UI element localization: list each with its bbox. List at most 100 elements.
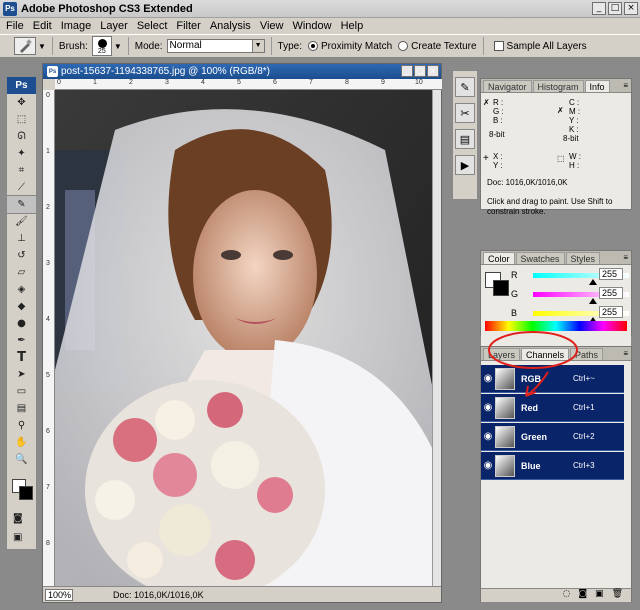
tab-styles[interactable]: Styles [565, 252, 601, 264]
green-slider-thumb[interactable] [589, 298, 597, 304]
red-slider-thumb[interactable] [589, 279, 597, 285]
menu-help[interactable]: Help [341, 20, 364, 32]
background-color-swatch[interactable] [493, 280, 509, 296]
tab-layers[interactable]: Layers [483, 348, 521, 360]
path-selection-tool-icon[interactable]: ➤ [7, 366, 36, 383]
tab-paths[interactable]: Paths [570, 348, 604, 360]
channel-row-rgb[interactable]: ◉ RGB Ctrl+~ [481, 365, 624, 393]
tab-color[interactable]: Color [483, 252, 515, 264]
marquee-tool-icon[interactable]: ⬚ [7, 111, 36, 128]
shape-tool-icon[interactable]: ▭ [7, 383, 36, 400]
panel-menu-icon[interactable]: ≡ [623, 253, 628, 262]
visibility-eye-icon[interactable]: ◉ [481, 460, 495, 471]
color-panel-body: R 255 G 255 B 255 [481, 265, 631, 354]
brush-tool-icon[interactable]: 🖌 [7, 213, 36, 230]
canvas-photo[interactable] [55, 90, 433, 587]
quick-mask-icon[interactable]: ◙ [13, 510, 23, 527]
menu-image[interactable]: Image [61, 20, 92, 32]
channel-row-red[interactable]: ◉ Red Ctrl+1 [481, 394, 624, 422]
divider [482, 37, 484, 55]
red-value-field[interactable]: 255 [599, 268, 623, 280]
dodge-tool-icon[interactable]: ● [7, 315, 36, 332]
tool-preset-picker[interactable] [14, 37, 36, 55]
move-tool-icon[interactable]: ✥ [7, 94, 36, 111]
close-button[interactable]: × [624, 2, 638, 15]
paint-bucket-tool-icon[interactable]: ◈ [7, 281, 36, 298]
document-title-bar[interactable]: Ps post-15637-1194338765.jpg @ 100% (RGB… [43, 64, 441, 79]
visibility-eye-icon[interactable]: ◉ [481, 431, 495, 442]
brush-picker[interactable]: 25 [91, 36, 112, 56]
tool-presets-panel-icon[interactable]: ✂ [455, 103, 475, 123]
color-r-label: R [511, 270, 518, 280]
delete-icon[interactable]: 🗑 [612, 589, 623, 602]
info-hint-text: Click and drag to paint. Use Shift to co… [487, 197, 613, 216]
doc-minimize-button[interactable]: _ [401, 65, 413, 77]
menu-edit[interactable]: Edit [33, 20, 52, 32]
menu-view[interactable]: View [260, 20, 284, 32]
selection-size-icon: ⬚ [557, 154, 565, 163]
type-label: Type: [277, 40, 303, 52]
menu-analysis[interactable]: Analysis [210, 20, 251, 32]
green-value-field[interactable]: 255 [599, 287, 623, 299]
chevron-down-icon[interactable]: ▼ [38, 42, 46, 51]
tab-swatches[interactable]: Swatches [515, 252, 565, 264]
mode-select[interactable]: Normal ▼ [166, 39, 265, 53]
maximize-button[interactable]: □ [608, 2, 622, 15]
minimize-button[interactable]: _ [592, 2, 606, 15]
tab-navigator[interactable]: Navigator [483, 80, 532, 92]
doc-close-button[interactable]: × [427, 65, 439, 77]
clone-stamp-tool-icon[interactable]: ⊥ [7, 230, 36, 247]
type-tool-icon[interactable]: T [7, 349, 36, 366]
document-size-info[interactable]: Doc: 1016,0K/1016,0K [113, 590, 204, 600]
pen-tool-icon[interactable]: ✒ [7, 332, 36, 349]
panel-menu-icon[interactable]: ≡ [623, 349, 628, 358]
background-color-swatch[interactable] [19, 486, 33, 500]
visibility-eye-icon[interactable]: ◉ [481, 373, 495, 384]
sample-all-layers-checkbox[interactable] [493, 41, 504, 51]
vertical-scrollbar[interactable] [432, 90, 441, 587]
zoom-level-field[interactable]: 100% [45, 588, 73, 601]
tab-histogram[interactable]: Histogram [532, 80, 584, 92]
actions-panel-icon[interactable]: ▶ [455, 155, 475, 175]
new-channel-icon[interactable]: ▣ [595, 589, 604, 602]
channel-thumbnail [495, 454, 515, 477]
ruler-label: 4 [201, 79, 205, 86]
tab-channels[interactable]: Channels [521, 348, 570, 360]
proximity-match-radio[interactable] [308, 41, 319, 51]
eyedropper-tool-icon[interactable]: ⚲ [7, 417, 36, 434]
blur-tool-icon[interactable]: ◆ [7, 298, 36, 315]
menu-select[interactable]: Select [137, 20, 168, 32]
brush-dropdown-icon[interactable]: ▼ [114, 42, 122, 51]
panel-menu-icon[interactable]: ≡ [623, 81, 628, 90]
tab-info[interactable]: Info [584, 80, 610, 92]
ruler-label: 1 [93, 79, 97, 86]
create-texture-radio[interactable] [398, 41, 409, 51]
menu-filter[interactable]: Filter [176, 20, 200, 32]
info-c: C : [569, 98, 580, 107]
blue-value-field[interactable]: 255 [599, 306, 623, 318]
zoom-tool-icon[interactable]: 🔍 [7, 451, 36, 468]
menu-layer[interactable]: Layer [100, 20, 128, 32]
visibility-eye-icon[interactable]: ◉ [481, 402, 495, 413]
healing-brush-tool-icon[interactable]: ✎ [6, 195, 37, 214]
menu-file[interactable]: File [6, 20, 24, 32]
crop-tool-icon[interactable]: ⌗ [7, 162, 36, 179]
circle-selection-icon[interactable]: ◌ [562, 589, 570, 602]
eraser-tool-icon[interactable]: ▱ [7, 264, 36, 281]
hand-tool-icon[interactable]: ✋ [7, 434, 36, 451]
mode-label: Mode: [134, 40, 163, 52]
channel-row-blue[interactable]: ◉ Blue Ctrl+3 [481, 452, 624, 480]
lasso-tool-icon[interactable]: ᘏ [7, 128, 36, 145]
save-selection-icon[interactable]: ◙ [578, 589, 587, 602]
magic-wand-tool-icon[interactable]: ✦ [7, 145, 36, 162]
screen-mode-icon[interactable]: ▣ [13, 529, 22, 546]
notes-tool-icon[interactable]: ▤ [7, 400, 36, 417]
channel-row-green[interactable]: ◉ Green Ctrl+2 [481, 423, 624, 451]
slice-tool-icon[interactable]: ⟋ [7, 179, 36, 196]
doc-maximize-button[interactable]: □ [414, 65, 426, 77]
menu-window[interactable]: Window [292, 20, 331, 32]
color-spectrum-bar[interactable] [485, 321, 627, 331]
layer-comps-panel-icon[interactable]: ▤ [455, 129, 475, 149]
brushes-panel-icon[interactable]: ✎ [455, 77, 475, 97]
history-brush-tool-icon[interactable]: ↺ [7, 247, 36, 264]
